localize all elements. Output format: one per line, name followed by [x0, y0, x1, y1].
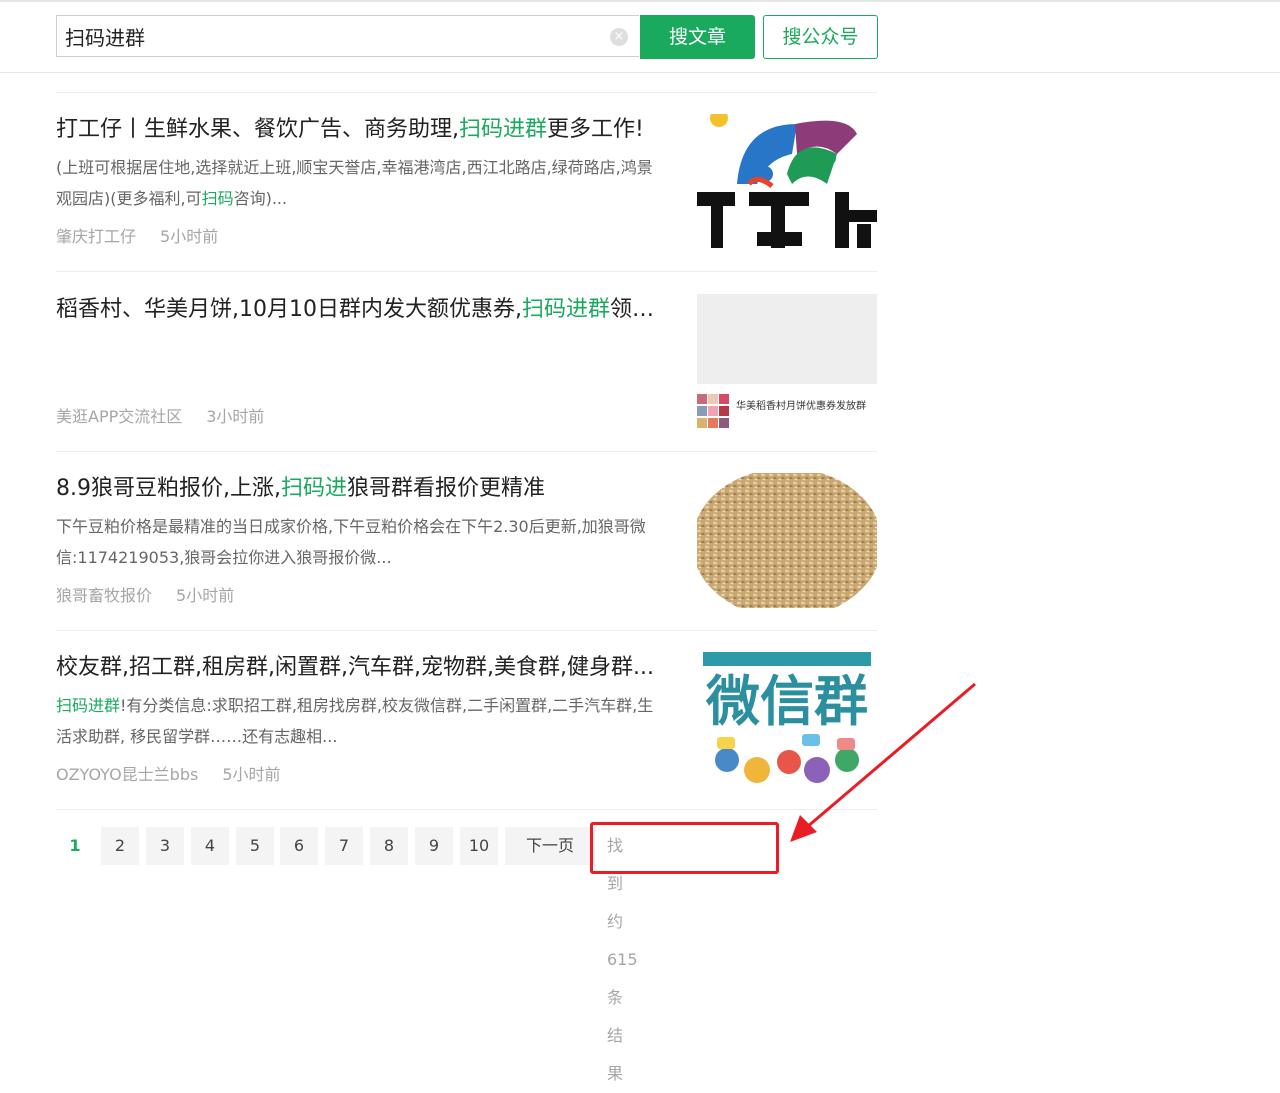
divider — [56, 271, 877, 272]
result-summary: (上班可根据居住地,选择就近上班,顺宝天誉店,幸福港湾店,西江北路店,绿荷路店,… — [56, 158, 653, 208]
search-accounts-button[interactable]: 搜公众号 — [763, 15, 878, 59]
search-box[interactable]: × — [56, 15, 639, 57]
divider — [56, 630, 877, 631]
page-4[interactable]: 4 — [191, 827, 229, 865]
search-input[interactable] — [65, 16, 595, 56]
publish-time: 5小时前 — [160, 227, 219, 246]
result-thumbnail[interactable] — [697, 473, 877, 608]
divider — [56, 451, 877, 452]
divider — [56, 809, 877, 810]
next-page-button[interactable]: 下一页 — [505, 827, 595, 865]
divider — [56, 92, 877, 93]
result-summary: 下午豆粕价格是最精准的当日成家价格,下午豆粕价格会在下午2.30后更新,加狼哥微… — [56, 517, 646, 567]
group-avatar-icon — [697, 394, 729, 428]
result-title[interactable]: 校友群,招工群,租房群,闲置群,汽车群,宠物群,美食群,健身群... — [56, 652, 666, 684]
result-meta: 狼哥畜牧报价 5小时前 — [56, 585, 234, 607]
page-7[interactable]: 7 — [325, 827, 363, 865]
result-meta: OZYOYO昆士兰bbs 5小时前 — [56, 764, 281, 786]
page-6[interactable]: 6 — [280, 827, 318, 865]
result-item[interactable]: 稻香村、华美月饼,10月10日群内发大额优惠券,扫码进群领取！ 美逛APP交流社… — [56, 294, 877, 472]
result-item[interactable]: 校友群,招工群,租房群,闲置群,汽车群,宠物群,美食群,健身群... 扫码进群!… — [56, 652, 877, 830]
clear-icon[interactable]: × — [610, 28, 628, 46]
publish-time: 3小时前 — [206, 407, 265, 426]
header-divider — [0, 72, 1280, 73]
result-title[interactable]: 稻香村、华美月饼,10月10日群内发大额优惠券,扫码进群领取！ — [56, 294, 666, 326]
source-account[interactable]: 肇庆打工仔 — [56, 227, 136, 246]
result-summary: 扫码进群!有分类信息:求职招工群,租房找房群,校友微信群,二手闲置群,二手汽车群… — [56, 696, 654, 746]
page-1[interactable]: 1 — [56, 827, 94, 865]
result-item[interactable]: 8.9狼哥豆粕报价,上涨,扫码进狼哥群看报价更精准 下午豆粕价格是最精准的当日成… — [56, 473, 877, 651]
source-account[interactable]: OZYOYO昆士兰bbs — [56, 765, 198, 784]
thumbnail-caption: 华美稻香村月饼优惠券发放群 — [736, 401, 866, 412]
source-account[interactable]: 狼哥畜牧报价 — [56, 586, 152, 605]
result-title[interactable]: 打工仔丨生鲜水果、餐饮广告、商务助理,扫码进群更多工作! — [56, 114, 666, 146]
page-3[interactable]: 3 — [146, 827, 184, 865]
page-10[interactable]: 10 — [460, 827, 498, 865]
result-thumbnail[interactable]: 微信群 — [697, 652, 877, 787]
result-title[interactable]: 8.9狼哥豆粕报价,上涨,扫码进狼哥群看报价更精准 — [56, 473, 666, 505]
annotation-highlight-box — [590, 822, 779, 874]
page-2[interactable]: 2 — [101, 827, 139, 865]
page-8[interactable]: 8 — [370, 827, 408, 865]
result-thumbnail[interactable] — [697, 114, 877, 249]
publish-time: 5小时前 — [222, 765, 281, 784]
top-border — [0, 0, 1280, 2]
result-meta: 美逛APP交流社区 3小时前 — [56, 406, 264, 428]
page-9[interactable]: 9 — [415, 827, 453, 865]
thumbnail-heading: 微信群 — [706, 670, 868, 733]
source-account[interactable]: 美逛APP交流社区 — [56, 407, 182, 426]
image-placeholder — [697, 294, 877, 384]
publish-time: 5小时前 — [176, 586, 235, 605]
result-item[interactable]: 打工仔丨生鲜水果、餐饮广告、商务助理,扫码进群更多工作! (上班可根据居住地,选… — [56, 114, 877, 292]
search-articles-button[interactable]: 搜文章 — [640, 15, 755, 59]
result-thumbnail[interactable]: 华美稻香村月饼优惠券发放群 — [697, 294, 877, 429]
page-5[interactable]: 5 — [236, 827, 274, 865]
result-meta: 肇庆打工仔 5小时前 — [56, 226, 218, 248]
